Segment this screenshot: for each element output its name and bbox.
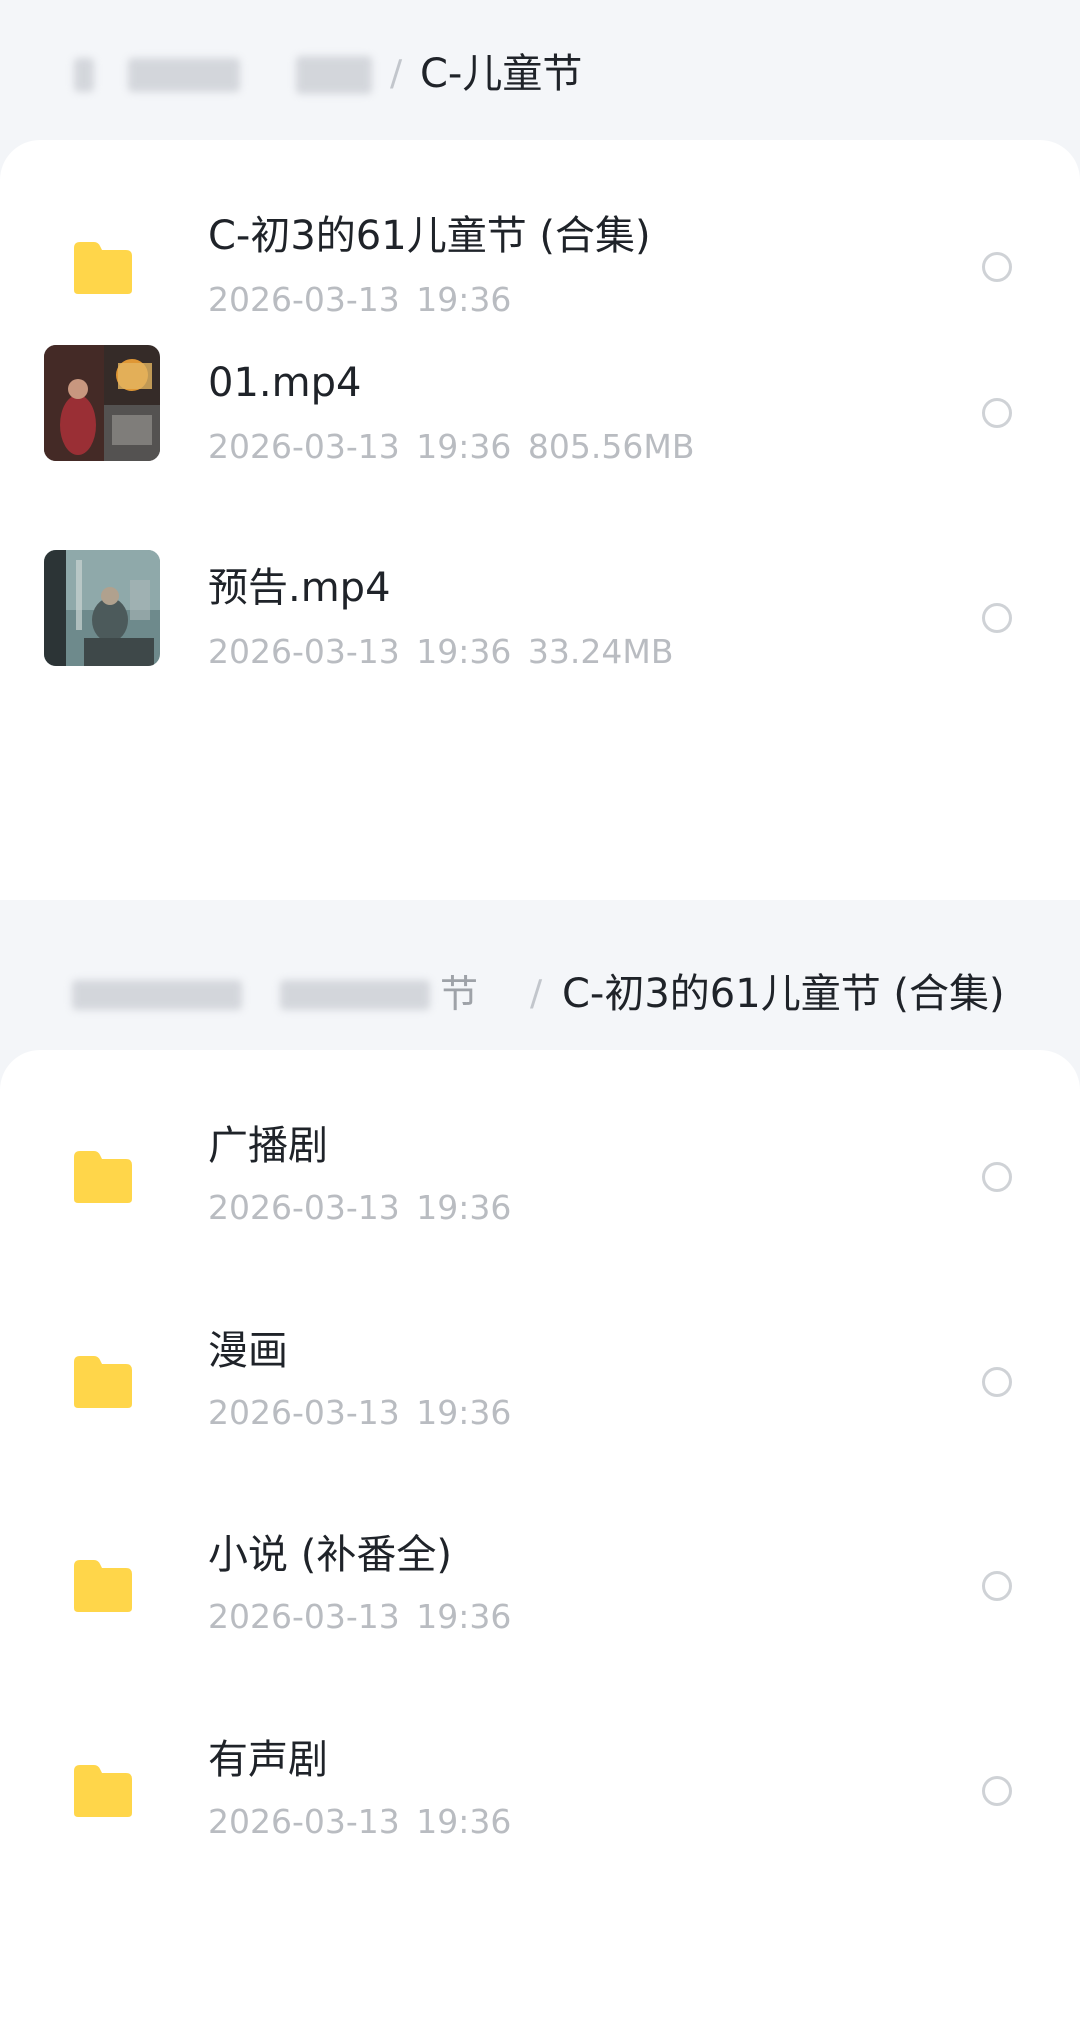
list-item[interactable]: 01.mp4 2026-03-13 19:36 805.56MB [0, 345, 1080, 525]
item-name: 预告.mp4 [208, 565, 391, 611]
breadcrumb-current: C-初3的61儿童节 (合集) [562, 971, 1005, 1017]
item-name: 有声剧 [208, 1737, 328, 1783]
breadcrumb-separator: / [390, 53, 403, 94]
item-date: 2026-03-13 [208, 1802, 400, 1841]
breadcrumb-item-redacted[interactable] [296, 56, 372, 94]
list-item[interactable]: 有声剧 2026-03-13 19:36 [0, 1664, 1080, 1844]
file-browser-panel: 节 / C-初3的61儿童节 (合集) 广播剧 2026-03-13 19:36… [0, 900, 1080, 2026]
item-date: 2026-03-13 [208, 427, 400, 466]
select-checkbox[interactable] [982, 1571, 1012, 1601]
breadcrumb: / C-儿童节 [0, 0, 1080, 140]
item-name: 广播剧 [208, 1123, 328, 1169]
breadcrumb-current: C-儿童节 [420, 51, 583, 97]
select-checkbox[interactable] [982, 1367, 1012, 1397]
item-time: 19:36 [416, 1393, 512, 1432]
video-thumbnail [44, 345, 160, 461]
item-meta: 2026-03-13 19:36 [208, 1393, 511, 1433]
breadcrumb-item-partial[interactable]: 节 [440, 974, 478, 1014]
folder-icon [74, 1356, 132, 1408]
item-name: 漫画 [208, 1328, 288, 1374]
item-time: 19:36 [416, 1597, 512, 1636]
item-meta: 2026-03-13 19:36 [208, 1802, 511, 1842]
item-time: 19:36 [416, 632, 512, 671]
item-name: 01.mp4 [208, 360, 362, 406]
item-time: 19:36 [416, 280, 512, 319]
item-meta: 2026-03-13 19:36 [208, 280, 511, 320]
item-time: 19:36 [416, 427, 512, 466]
item-date: 2026-03-13 [208, 632, 400, 671]
file-browser-panel: / C-儿童节 C-初3的61儿童节 (合集) 2026-03-13 19:36 [0, 0, 1080, 900]
item-date: 2026-03-13 [208, 1597, 400, 1636]
select-checkbox[interactable] [982, 252, 1012, 282]
item-meta: 2026-03-13 19:36 [208, 1188, 511, 1228]
breadcrumb-item-redacted[interactable] [72, 980, 242, 1010]
folder-icon [74, 1560, 132, 1612]
breadcrumb-item-redacted[interactable] [74, 58, 94, 92]
select-checkbox[interactable] [982, 1162, 1012, 1192]
breadcrumb-item-redacted[interactable] [128, 58, 240, 92]
breadcrumb-separator: / [530, 973, 543, 1014]
breadcrumb-item-redacted[interactable] [280, 980, 430, 1010]
item-size: 805.56MB [527, 427, 695, 466]
file-list: 广播剧 2026-03-13 19:36 漫画 2026-03-13 19:36… [0, 1050, 1080, 2026]
item-meta: 2026-03-13 19:36 805.56MB [208, 427, 694, 467]
item-size: 33.24MB [527, 632, 674, 671]
item-name: C-初3的61儿童节 (合集) [208, 213, 651, 259]
select-checkbox[interactable] [982, 398, 1012, 428]
item-name: 小说 (补番全) [208, 1532, 452, 1578]
select-checkbox[interactable] [982, 603, 1012, 633]
item-date: 2026-03-13 [208, 1188, 400, 1227]
list-item[interactable]: 预告.mp4 2026-03-13 19:36 33.24MB [0, 550, 1080, 730]
item-meta: 2026-03-13 19:36 33.24MB [208, 632, 673, 672]
list-item[interactable]: 广播剧 2026-03-13 19:36 [0, 1050, 1080, 1230]
list-item[interactable]: 小说 (补番全) 2026-03-13 19:36 [0, 1459, 1080, 1639]
item-time: 19:36 [416, 1188, 512, 1227]
breadcrumb: 节 / C-初3的61儿童节 (合集) [0, 900, 1080, 1050]
folder-icon [74, 1151, 132, 1203]
file-list: C-初3的61儿童节 (合集) 2026-03-13 19:36 01.mp4 … [0, 140, 1080, 900]
select-checkbox[interactable] [982, 1776, 1012, 1806]
folder-icon [74, 242, 132, 294]
item-date: 2026-03-13 [208, 280, 400, 319]
folder-icon [74, 1765, 132, 1817]
item-time: 19:36 [416, 1802, 512, 1841]
item-date: 2026-03-13 [208, 1393, 400, 1432]
list-item[interactable]: 漫画 2026-03-13 19:36 [0, 1255, 1080, 1435]
video-thumbnail [44, 550, 160, 666]
list-item[interactable]: C-初3的61儿童节 (合集) 2026-03-13 19:36 [0, 140, 1080, 320]
item-meta: 2026-03-13 19:36 [208, 1597, 511, 1637]
